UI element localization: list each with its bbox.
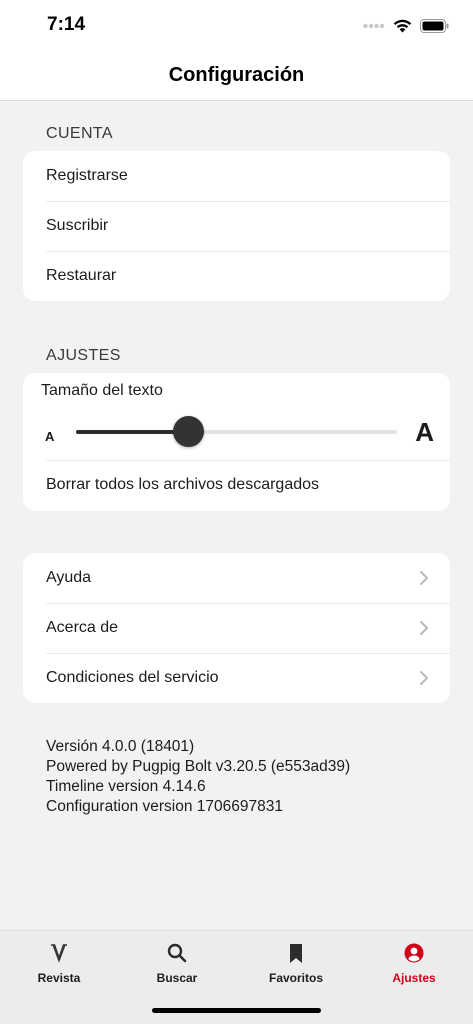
terms-row[interactable]: Condiciones del servicio — [23, 653, 450, 703]
user-icon — [404, 943, 424, 963]
restore-label: Restaurar — [46, 267, 117, 284]
powered-by-line: Powered by Pugpig Bolt v3.20.5 (e553ad39… — [46, 758, 351, 775]
navigation-bar: Configuración — [0, 50, 473, 101]
page-title: Configuración — [168, 63, 305, 86]
timeline-version-line: Timeline version 4.14.6 — [46, 778, 206, 795]
about-row[interactable]: Acerca de — [23, 603, 450, 653]
tab-buscar[interactable]: Buscar — [122, 939, 232, 985]
small-text-size-icon: A — [45, 429, 55, 444]
section-header-ajustes: AJUSTES — [46, 347, 121, 364]
tab-revista[interactable]: Revista — [4, 939, 114, 985]
magazine-v-icon — [51, 944, 67, 963]
terms-label: Condiciones del servicio — [46, 669, 219, 686]
help-label: Ayuda — [46, 569, 92, 586]
account-card: Registrarse Suscribir Restaurar — [23, 151, 450, 301]
clear-downloads-button[interactable]: Borrar todos los archivos descargados — [46, 476, 319, 494]
version-info: Versión 4.0.0 (18401) Powered by Pugpig … — [46, 737, 350, 817]
tab-label: Revista — [37, 971, 81, 985]
chevron-right-icon — [420, 671, 428, 685]
wifi-icon — [393, 19, 412, 33]
tab-label: Ajustes — [392, 971, 436, 985]
tab-label: Favoritos — [268, 971, 323, 985]
tab-label: Buscar — [156, 971, 198, 985]
slider-fill — [76, 430, 189, 434]
version-line: Versión 4.0.0 (18401) — [46, 738, 195, 755]
large-text-size-icon: A — [415, 417, 434, 447]
slider-thumb[interactable] — [173, 416, 205, 447]
subscribe-row[interactable]: Suscribir — [23, 201, 450, 251]
restore-row[interactable]: Restaurar — [23, 251, 450, 301]
register-label: Registrarse — [46, 167, 128, 184]
info-card: Ayuda Acerca de Condiciones del servicio — [23, 553, 450, 703]
about-label: Acerca de — [46, 619, 119, 636]
text-size-slider[interactable] — [76, 416, 397, 447]
divider — [46, 460, 450, 461]
settings-card: Tamaño del texto A A Borrar todos los ar… — [23, 373, 450, 511]
bookmark-icon — [290, 943, 302, 963]
cellular-signal-icon — [363, 23, 385, 29]
chevron-right-icon — [420, 621, 428, 635]
search-icon — [167, 943, 187, 963]
help-row[interactable]: Ayuda — [23, 553, 450, 603]
chevron-right-icon — [420, 571, 428, 585]
register-row[interactable]: Registrarse — [23, 151, 450, 201]
configuration-version-line: Configuration version 1706697831 — [46, 798, 283, 815]
tab-ajustes[interactable]: Ajustes — [359, 939, 469, 985]
home-indicator — [152, 1008, 321, 1013]
status-bar: 7:14 — [0, 0, 473, 50]
tab-favoritos[interactable]: Favoritos — [241, 939, 351, 985]
status-time: 7:14 — [47, 14, 86, 35]
text-size-label: Tamaño del texto — [41, 382, 163, 399]
battery-icon — [420, 19, 449, 33]
section-header-cuenta: CUENTA — [46, 125, 113, 142]
status-icons — [363, 17, 449, 35]
subscribe-label: Suscribir — [46, 217, 109, 234]
